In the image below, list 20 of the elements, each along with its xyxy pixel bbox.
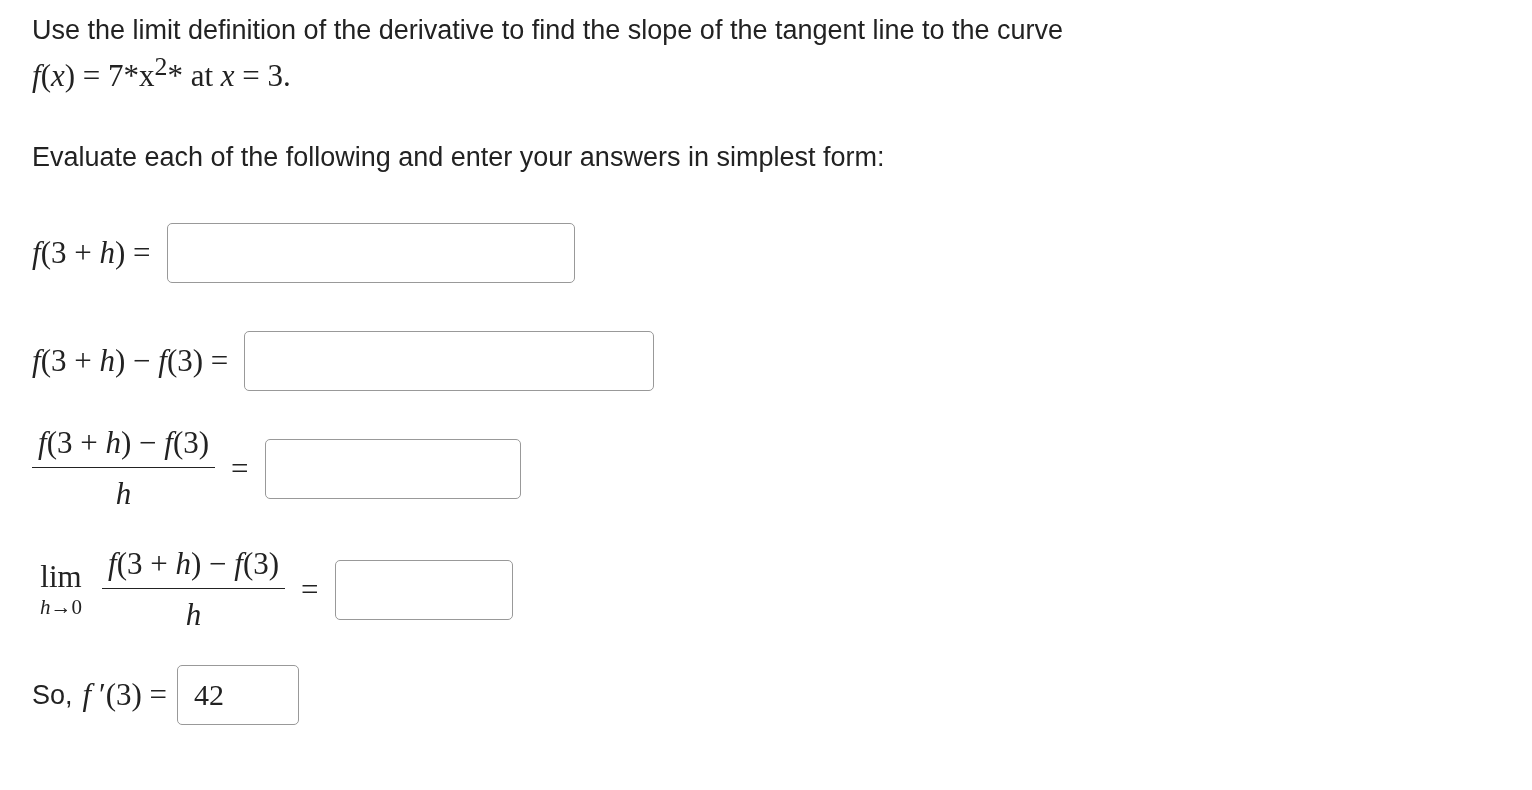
equals-sign: = [301, 571, 319, 608]
answer-field[interactable] [244, 331, 655, 392]
limit-subscript: h→0 [40, 595, 82, 621]
fraction-numerator: f(3 + h) − f(3) [102, 546, 286, 590]
answer-field[interactable] [264, 438, 521, 499]
question-text: Use the limit definition of the derivative to find the slope of the tangent line to the curve [32, 14, 1065, 47]
fraction-numerator: f(3 + h) − f(3) [32, 425, 216, 469]
answer-field[interactable] [334, 559, 513, 620]
so-label: So, [32, 679, 73, 711]
equals-sign: = [231, 450, 249, 487]
answer-field[interactable] [166, 223, 575, 284]
fraction-denominator: h [115, 475, 132, 513]
answer-field[interactable]: 42 [177, 665, 300, 726]
fraction-denominator: h [185, 596, 202, 634]
math-expression: f(3 + h) = [32, 235, 151, 272]
instruction-text: Evaluate each of the following and enter your answers in simplest form: [32, 142, 886, 174]
math-expression: f ′(3) = [82, 677, 168, 714]
function-formula: f(x) = 7*x$^{2}$* at x = 3. [32, 52, 292, 95]
math-expression: f(3 + h) − f(3) = [32, 343, 229, 380]
limit-operator: lim [40, 559, 82, 596]
